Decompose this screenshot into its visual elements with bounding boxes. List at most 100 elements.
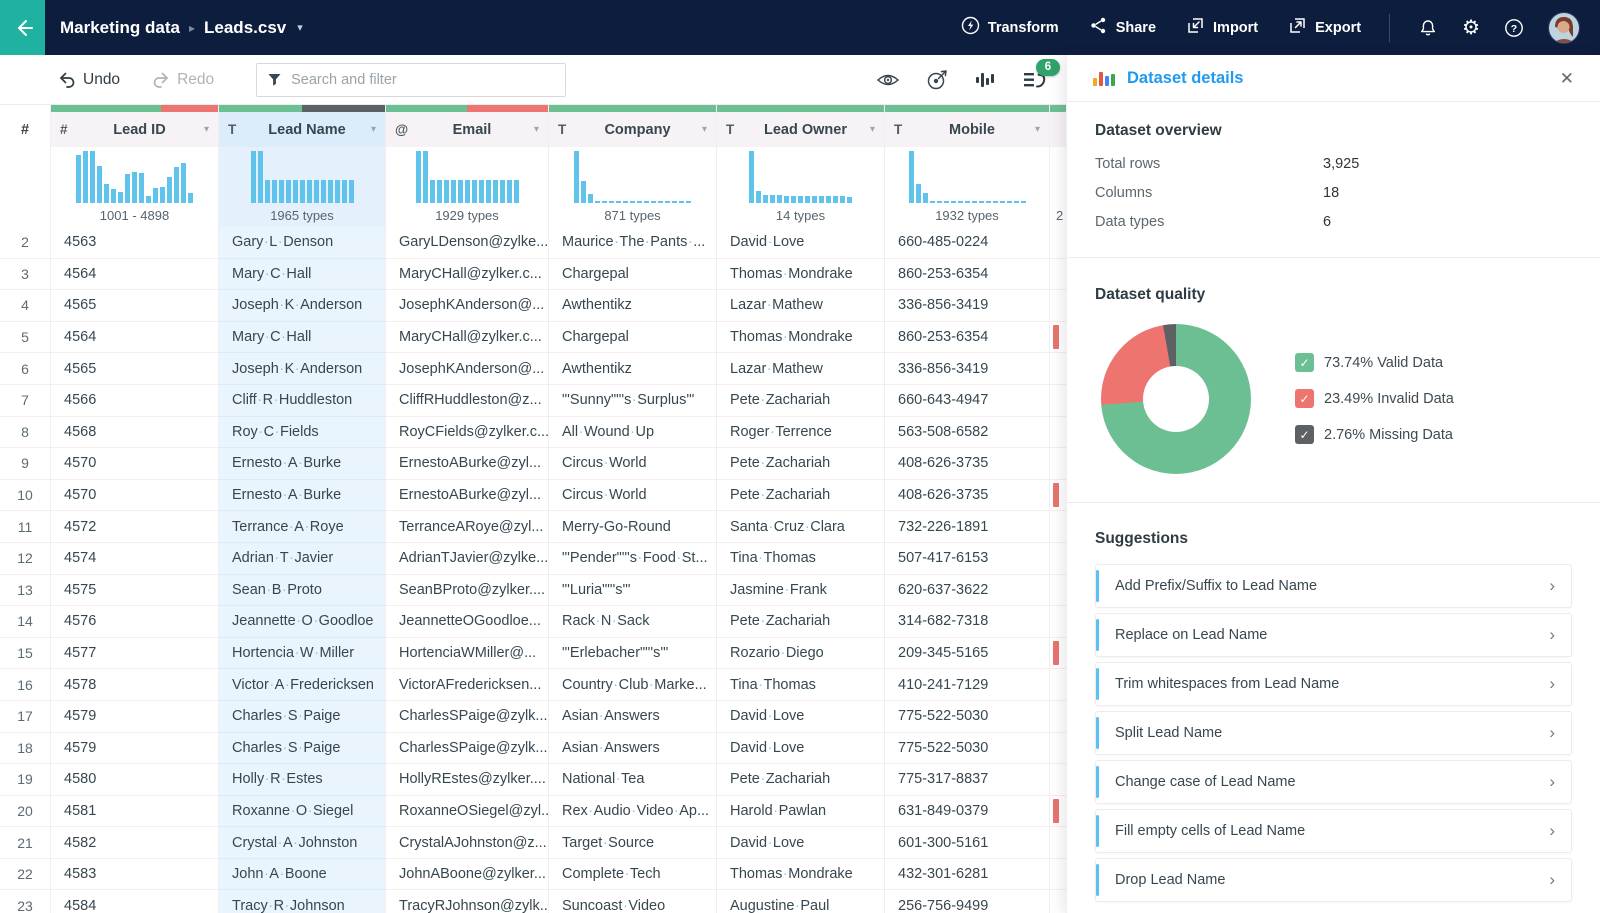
table-cell-owner[interactable]: Thomas · Mondrake: [717, 859, 884, 891]
table-cell-email[interactable]: CrystalAJohnston@z...: [386, 827, 548, 859]
table-cell-lead_name[interactable]: John · A · Boone: [219, 858, 385, 891]
table-cell-owner[interactable]: Lazar · Mathew: [717, 353, 884, 385]
redo-button[interactable]: Redo: [152, 71, 214, 89]
help-icon[interactable]: ?: [1504, 18, 1524, 38]
table-cell-email[interactable]: HollyREstes@zylker....: [386, 764, 548, 796]
table-cell-mobile[interactable]: 775-522-5030: [885, 701, 1049, 733]
row-number[interactable]: 18: [0, 733, 50, 765]
table-cell-company[interactable]: Chargepal: [549, 322, 716, 354]
table-cell-company[interactable]: Asian · Answers: [549, 733, 716, 765]
column-histogram-mobile[interactable]: 1932 types: [885, 147, 1049, 227]
quality-legend-item[interactable]: ✓ 2.76% Missing Data: [1295, 425, 1454, 444]
table-cell-email[interactable]: AdrianTJavier@zylke...: [386, 543, 548, 575]
table-cell-company[interactable]: Country · Club · Marke...: [549, 669, 716, 701]
table-cell-lead_id[interactable]: 4578: [51, 669, 218, 701]
table-cell-lead_name[interactable]: Charles · S · Paige: [219, 700, 385, 733]
suggestion-card[interactable]: Add Prefix/Suffix to Lead Name ›: [1095, 564, 1572, 608]
table-cell-email[interactable]: HortenciaWMiller@...: [386, 638, 548, 670]
table-cell-lead_name[interactable]: Holly · R · Estes: [219, 764, 385, 796]
table-cell-mobile[interactable]: 432-301-6281: [885, 859, 1049, 891]
column-header-lead_name[interactable]: T Lead Name ▾: [219, 112, 385, 147]
table-cell-mobile[interactable]: 860-253-6354: [885, 259, 1049, 291]
table-cell-owner[interactable]: Lazar · Mathew: [717, 290, 884, 322]
table-cell-mobile[interactable]: 209-345-5165: [885, 638, 1049, 670]
table-cell-lead_name[interactable]: Joseph · K · Anderson: [219, 290, 385, 322]
table-cell-email[interactable]: RoyCFields@zylker.c...: [386, 417, 548, 449]
table-cell-mobile[interactable]: 563-508-6582: [885, 417, 1049, 449]
row-number[interactable]: 7: [0, 385, 50, 417]
column-menu-icon[interactable]: ▾: [870, 124, 875, 135]
column-header-mobile[interactable]: T Mobile ▾: [885, 112, 1049, 147]
table-cell-email[interactable]: ErnestoABurke@zyl...: [386, 448, 548, 480]
row-number[interactable]: 10: [0, 480, 50, 512]
suggestion-card[interactable]: Drop Lead Name ›: [1095, 858, 1572, 902]
table-cell-owner[interactable]: Jasmine · Frank: [717, 575, 884, 607]
table-cell-mobile[interactable]: 408-626-3735: [885, 448, 1049, 480]
table-cell-company[interactable]: Awthentikz: [549, 353, 716, 385]
row-number[interactable]: 12: [0, 543, 50, 575]
table-cell-email[interactable]: JohnABoone@zylker...: [386, 859, 548, 891]
table-cell-owner[interactable]: David · Love: [717, 701, 884, 733]
table-cell-lead_name[interactable]: Roxanne · O · Siegel: [219, 795, 385, 828]
table-cell-lead_id[interactable]: 4576: [51, 606, 218, 638]
table-cell-lead_name[interactable]: Crystal · A · Johnston: [219, 827, 385, 859]
table-cell-lead_id[interactable]: 4563: [51, 227, 218, 259]
checkbox-checked-icon[interactable]: ✓: [1295, 425, 1314, 444]
table-cell-company[interactable]: Rex · Audio · Video · Ap...: [549, 796, 716, 828]
table-cell-owner[interactable]: Pete · Zachariah: [717, 606, 884, 638]
table-cell-lead_id[interactable]: 4564: [51, 259, 218, 291]
row-number[interactable]: 14: [0, 606, 50, 638]
table-cell-lead_id[interactable]: 4579: [51, 733, 218, 765]
table-cell-company[interactable]: Circus · World: [549, 448, 716, 480]
table-cell-mobile[interactable]: 256-756-9499: [885, 890, 1049, 913]
table-cell-company[interactable]: Awthentikz: [549, 290, 716, 322]
row-number[interactable]: 6: [0, 353, 50, 385]
table-cell-owner[interactable]: Roger · Terrence: [717, 417, 884, 449]
table-cell-mobile[interactable]: 336-856-3419: [885, 353, 1049, 385]
table-cell-company[interactable]: National · Tea: [549, 764, 716, 796]
table-cell-mobile[interactable]: 507-417-6153: [885, 543, 1049, 575]
column-menu-icon[interactable]: ▾: [1035, 124, 1040, 135]
checkbox-checked-icon[interactable]: ✓: [1295, 353, 1314, 372]
table-cell-company[interactable]: Merry-Go-Round: [549, 511, 716, 543]
table-cell-company[interactable]: Complete · Tech: [549, 859, 716, 891]
suggestion-card[interactable]: Trim whitespaces from Lead Name ›: [1095, 662, 1572, 706]
row-number[interactable]: 4: [0, 290, 50, 322]
user-avatar[interactable]: [1548, 11, 1580, 44]
preview-eye-icon[interactable]: [876, 70, 900, 90]
table-cell-email[interactable]: CharlesSPaige@zylk...: [386, 733, 548, 765]
table-cell-mobile[interactable]: 660-643-4947: [885, 385, 1049, 417]
applied-steps-icon[interactable]: 6: [1022, 58, 1060, 90]
table-cell-mobile[interactable]: 314-682-7318: [885, 606, 1049, 638]
table-cell-company[interactable]: "'Sunny""'s · Surplus'": [549, 385, 716, 417]
chevron-down-icon[interactable]: ▾: [297, 21, 303, 34]
row-number[interactable]: 13: [0, 575, 50, 607]
table-cell-lead_name[interactable]: Joseph · K · Anderson: [219, 353, 385, 385]
table-cell-mobile[interactable]: 631-849-0379: [885, 796, 1049, 828]
table-cell-owner[interactable]: David · Love: [717, 227, 884, 259]
table-cell-mobile[interactable]: 732-226-1891: [885, 511, 1049, 543]
table-cell-lead_name[interactable]: Adrian · T · Javier: [219, 542, 385, 575]
transform-button[interactable]: Transform: [961, 16, 1059, 39]
column-histogram-lead_id[interactable]: 1001 - 4898: [51, 147, 218, 227]
row-number[interactable]: 8: [0, 417, 50, 449]
row-number[interactable]: 22: [0, 859, 50, 891]
table-cell-lead_id[interactable]: 4565: [51, 353, 218, 385]
table-cell-lead_name[interactable]: Terrance · A · Roye: [219, 511, 385, 543]
table-cell-mobile[interactable]: 660-485-0224: [885, 227, 1049, 259]
table-cell-email[interactable]: TerranceARoye@zyl...: [386, 511, 548, 543]
suggestion-card[interactable]: Replace on Lead Name ›: [1095, 613, 1572, 657]
table-cell-lead_id[interactable]: 4566: [51, 385, 218, 417]
table-cell-email[interactable]: ErnestoABurke@zyl...: [386, 480, 548, 512]
table-cell-lead_name[interactable]: Gary · L · Denson: [219, 227, 385, 259]
table-cell-email[interactable]: GaryLDenson@zylke...: [386, 227, 548, 259]
column-histogram-lead_name[interactable]: 1965 types: [219, 147, 385, 227]
table-cell-owner[interactable]: Augustine · Paul: [717, 890, 884, 913]
table-cell-owner[interactable]: Harold · Pawlan: [717, 796, 884, 828]
row-number[interactable]: 5: [0, 322, 50, 354]
table-cell-mobile[interactable]: 775-317-8837: [885, 764, 1049, 796]
table-cell-company[interactable]: All · Wound · Up: [549, 417, 716, 449]
share-button[interactable]: Share: [1089, 16, 1156, 39]
table-cell-lead_name[interactable]: Ernesto · A · Burke: [219, 448, 385, 480]
table-cell-company[interactable]: "'Erlebacher""'s'": [549, 638, 716, 670]
